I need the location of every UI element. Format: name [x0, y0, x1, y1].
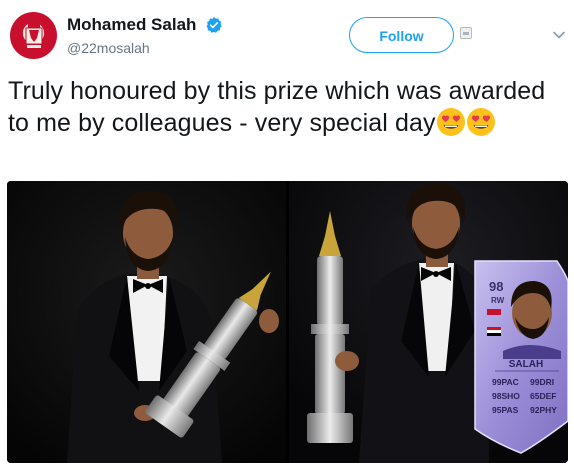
- card-stat-value: 92: [530, 405, 540, 415]
- card-stat-label: DRI: [539, 377, 554, 387]
- tweet-media[interactable]: 98 RW SALAH 99PAC 99DRI 98SHO 65DEF 95PA…: [7, 181, 568, 463]
- card-stat-label: PAS: [501, 405, 518, 415]
- card-name: SALAH: [509, 359, 543, 370]
- card-rating: 98: [489, 279, 503, 294]
- heart-eyes-emoji: [436, 108, 465, 136]
- user-handle[interactable]: @22mosalah: [67, 40, 223, 56]
- card-stat-value: 98: [492, 391, 502, 401]
- heart-eyes-emoji: [466, 108, 495, 136]
- user-names: Mohamed Salah @22mosalah: [67, 15, 223, 56]
- card-stat-label: SHO: [501, 391, 520, 401]
- card-stat-label: DEF: [539, 391, 556, 401]
- avatar[interactable]: [10, 12, 57, 59]
- svg-text:95PAS: 95PAS: [492, 405, 519, 415]
- svg-text:92PHY: 92PHY: [530, 405, 557, 415]
- translate-icon[interactable]: [460, 27, 472, 39]
- caret-down-icon[interactable]: [552, 28, 566, 42]
- card-stat-label: PAC: [501, 377, 518, 387]
- tweet-text: Truly honoured by this prize which was a…: [8, 76, 568, 139]
- verified-badge-icon: [206, 17, 222, 33]
- card-stat-value: 65: [530, 391, 540, 401]
- player-card: 98 RW SALAH 99PAC 99DRI 98SHO 65DEF 95PA…: [474, 260, 568, 454]
- card-stat-value: 99: [492, 377, 502, 387]
- card-stat-value: 95: [492, 405, 502, 415]
- display-name[interactable]: Mohamed Salah: [67, 15, 196, 35]
- follow-button[interactable]: Follow: [349, 17, 454, 53]
- svg-text:98SHO: 98SHO: [492, 391, 520, 401]
- svg-text:65DEF: 65DEF: [530, 391, 556, 401]
- tweet-header: Mohamed Salah @22mosalah Follow: [10, 12, 566, 62]
- photo-player-card-right[interactable]: 98 RW SALAH 99PAC 99DRI 98SHO 65DEF 95PA…: [289, 181, 568, 463]
- svg-text:99PAC: 99PAC: [492, 377, 519, 387]
- follow-button-label: Follow: [379, 28, 424, 44]
- svg-text:99DRI: 99DRI: [530, 377, 554, 387]
- card-stat-label: PHY: [539, 405, 557, 415]
- card-position: RW: [491, 296, 505, 305]
- photo-trophy-left[interactable]: [7, 181, 286, 463]
- card-stat-value: 99: [530, 377, 540, 387]
